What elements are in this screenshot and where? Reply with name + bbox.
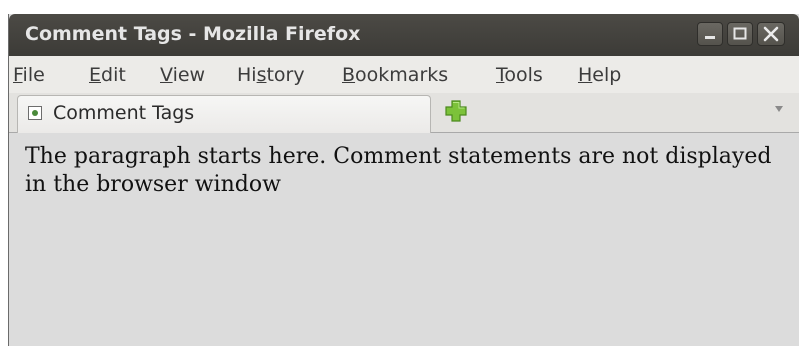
menu-help-label: elp <box>592 64 622 86</box>
menu-history[interactable]: History <box>237 64 305 86</box>
tab-list-button[interactable] <box>773 103 785 117</box>
tab-comment-tags[interactable]: Comment Tags <box>17 95 431 133</box>
menu-tools-label: ools <box>504 64 543 86</box>
menu-bookmarks-label: ookmarks <box>355 64 449 86</box>
menu-file-label: ile <box>22 64 45 86</box>
browser-window: Comment Tags - Mozilla Firefox File Edit… <box>8 14 799 346</box>
tab-bar: Comment Tags <box>9 93 799 133</box>
window-title: Comment Tags - Mozilla Firefox <box>25 23 361 45</box>
menu-file-accel: F <box>13 64 23 86</box>
menu-edit-accel: E <box>89 64 102 86</box>
minimize-icon <box>705 36 715 39</box>
minimize-button[interactable] <box>697 22 723 46</box>
maximize-icon <box>733 27 747 40</box>
close-icon <box>763 26 779 42</box>
page-icon <box>28 106 42 120</box>
menu-file[interactable]: File <box>13 64 45 86</box>
menu-help-accel: H <box>578 64 593 86</box>
paragraph-text: The paragraph starts here. Comment state… <box>25 144 772 197</box>
new-tab-button[interactable] <box>442 97 470 125</box>
menu-history-accel: s <box>256 64 267 86</box>
page-content: The paragraph starts here. Comment state… <box>9 133 799 346</box>
maximize-button[interactable] <box>727 22 753 46</box>
menu-history-label: tory <box>266 64 305 86</box>
tab-label: Comment Tags <box>53 102 195 124</box>
chevron-down-icon <box>775 106 783 112</box>
plus-icon <box>445 100 467 122</box>
menu-bookmarks[interactable]: Bookmarks <box>342 64 448 86</box>
menu-view-accel: V <box>160 64 173 86</box>
menu-edit-label: dit <box>101 64 126 86</box>
menu-help[interactable]: Help <box>578 64 621 86</box>
title-bar[interactable]: Comment Tags - Mozilla Firefox <box>9 14 799 56</box>
menu-view[interactable]: View <box>160 64 205 86</box>
close-button[interactable] <box>757 22 785 46</box>
menu-view-label: iew <box>172 64 206 86</box>
menu-edit[interactable]: Edit <box>89 64 126 86</box>
menu-bar: File Edit View History Bookmarks Tools H… <box>9 56 799 93</box>
menu-tools[interactable]: Tools <box>496 64 543 86</box>
menu-bookmarks-accel: B <box>342 64 356 86</box>
menu-history-prefix: Hi <box>237 64 257 86</box>
